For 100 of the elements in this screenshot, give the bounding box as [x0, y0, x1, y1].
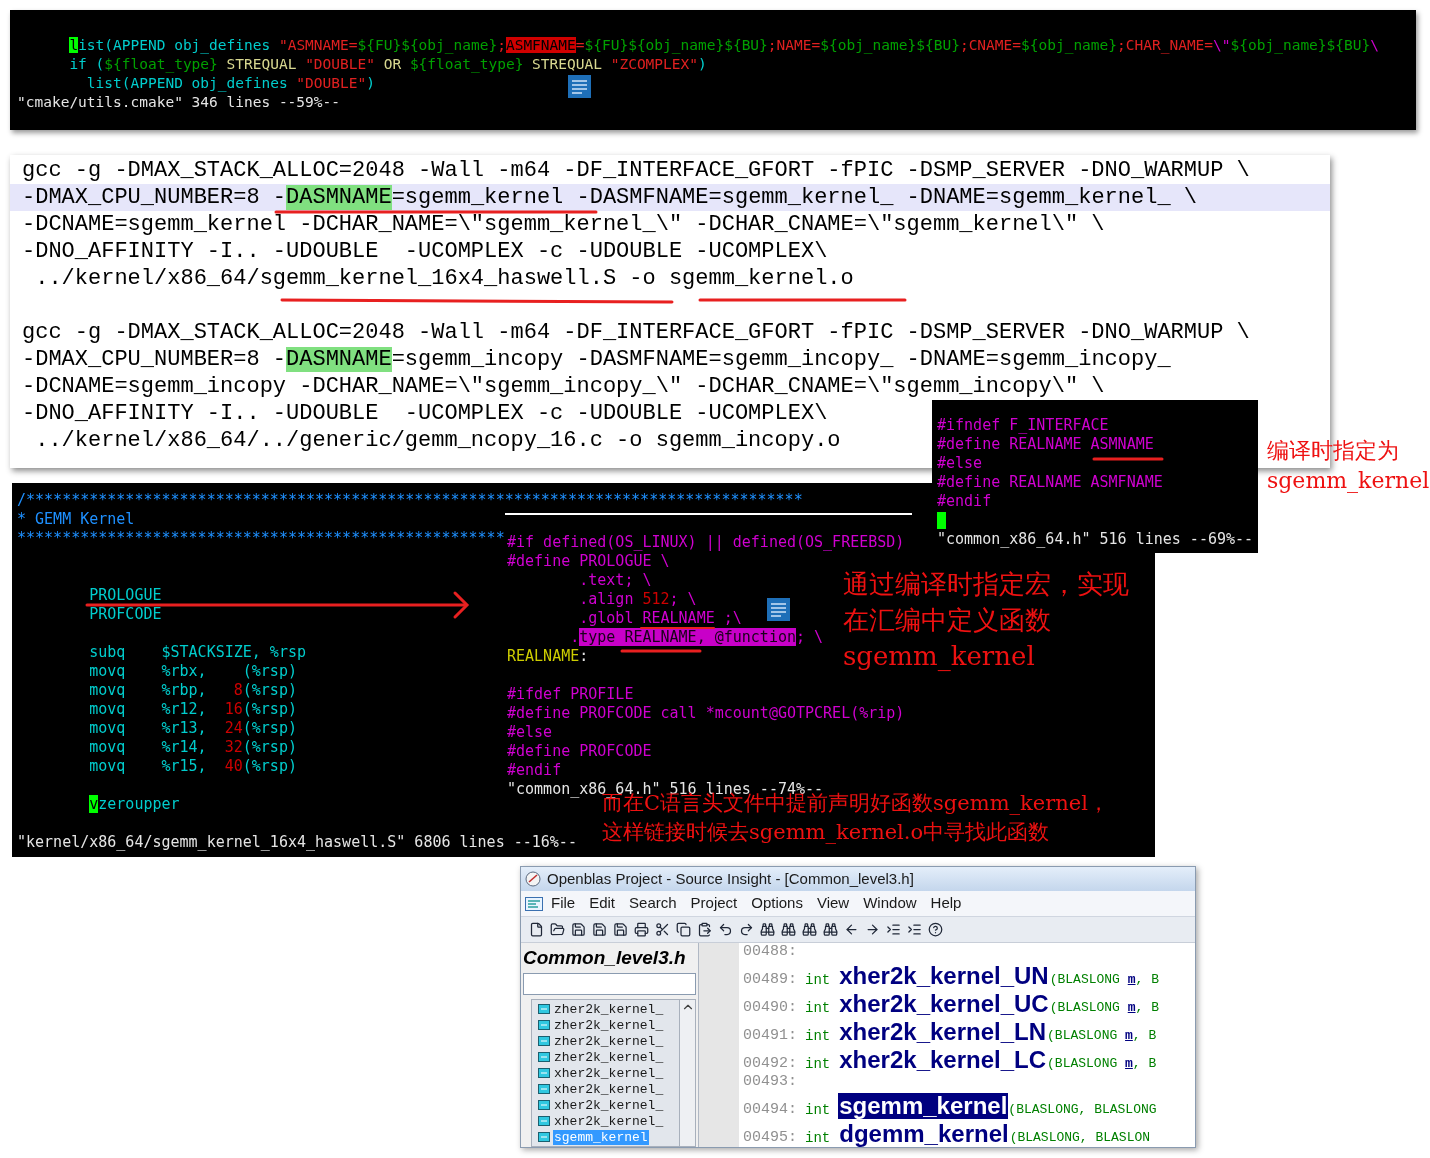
- code-line: movq %rbp, 8(%rsp): [88, 681, 297, 699]
- command-line: -DMAX_CPU_NUMBER=8 -DASMNAME=sgemm_kernel -DASMFNAME=sgemm_kernel_ -DNAME=sgemm_kernel_ \: [22, 185, 1197, 210]
- command-line: -DNO_AFFINITY -I.. -UDOUBLE -UCOMPLEX -c -UDOUBLE -UCOMPLEX\: [22, 239, 828, 264]
- search-field[interactable]: [523, 973, 696, 995]
- code-line: if (${float_type} STREQUAL "DOUBLE" OR ${float_type} STREQUAL "ZCOMPLEX"): [68, 56, 707, 72]
- symbol-icon: [538, 1020, 550, 1030]
- code-line: .globl REALNAME ;\: [578, 609, 742, 627]
- function-name: xher2k_kernel_LC: [838, 1047, 1048, 1073]
- clipboard-icon[interactable]: [697, 922, 712, 937]
- code-line: #if defined(OS_LINUX) || defined(OS_FREEBSD): [507, 533, 905, 551]
- symbol-item[interactable]: xher2k_kernel_: [553, 1065, 665, 1081]
- menu-item[interactable]: File: [545, 892, 582, 915]
- status-line: "kernel/x86_64/sgemm_kernel_16x4_haswell.S" 6806 lines --16%--: [17, 833, 577, 851]
- status-line: "common_x86_64.h" 516 lines --69%--: [937, 530, 1254, 548]
- code-line: movq %r15, 40(%rsp): [88, 757, 297, 775]
- command-line: ../kernel/x86_64/sgemm_kernel_16x4_haswell.S -o sgemm_kernel.o: [34, 266, 854, 291]
- type-keyword: int: [805, 1129, 831, 1147]
- line-number: 00491:: [743, 1027, 797, 1045]
- parameter-list: (BLASLONG m, B: [1049, 999, 1159, 1017]
- annotation-text: 编译时指定为: [1267, 438, 1399, 463]
- binoculars-icon[interactable]: [823, 922, 838, 937]
- command-line: -DNO_AFFINITY -I.. -UDOUBLE -UCOMPLEX -c -UDOUBLE -UCOMPLEX\: [22, 401, 828, 426]
- binoculars-icon[interactable]: [781, 922, 796, 937]
- indent-icon[interactable]: [886, 922, 901, 937]
- code-line: .text; \: [578, 571, 652, 589]
- symbol-item[interactable]: zher2k_kernel_: [553, 1017, 665, 1033]
- code-line: #else: [937, 454, 983, 472]
- code-line: movq %r14, 32(%rsp): [88, 738, 297, 756]
- file-title: Common_level3.h: [523, 945, 686, 970]
- code-line: #define PROLOGUE \: [507, 552, 670, 570]
- command-line: -DCNAME=sgemm_incopy -DCHAR_NAME=\"sgemm_incopy_\" -DCHAR_CNAME=\"sgemm_incopy\" \: [22, 374, 1105, 399]
- symbol-item[interactable]: xher2k_kernel_: [553, 1097, 665, 1113]
- code-line: #ifdef PROFILE: [507, 685, 634, 703]
- symbol-item[interactable]: zher2k_kernel_: [553, 1049, 665, 1065]
- command-line: -DCNAME=sgemm_kernel -DCHAR_NAME=\"sgemm_kernel_\" -DCHAR_CNAME=\"sgemm_kernel\" \: [22, 212, 1105, 237]
- scrollbar[interactable]: [679, 1000, 695, 1146]
- symbol-icon: [538, 1116, 550, 1126]
- menu-item[interactable]: Search: [623, 892, 683, 915]
- symbol-icon: [538, 1004, 550, 1014]
- scissors-icon[interactable]: [655, 922, 670, 937]
- printer-icon[interactable]: [634, 922, 649, 937]
- type-keyword: int: [805, 999, 831, 1017]
- folder-icon[interactable]: [550, 922, 565, 937]
- function-name: xher2k_kernel_UN: [838, 963, 1050, 989]
- line-number: 00492:: [743, 1055, 797, 1073]
- code-line: #define PROFCODE call *mcount@GOTPCREL(%rip): [507, 704, 905, 722]
- parameter-list: (BLASLONG, BLASLONG: [1008, 1101, 1157, 1119]
- line-number: 00493:: [743, 1073, 797, 1091]
- command-line: -DMAX_CPU_NUMBER=8 -DASMNAME=sgemm_incopy -DASMFNAME=sgemm_incopy_ -DNAME=sgemm_incopy_: [22, 347, 1171, 372]
- menu-item[interactable]: Edit: [583, 892, 622, 915]
- symbol-item[interactable]: zher2k_kernel_: [553, 1001, 665, 1017]
- annotation-text: 这样链接时候去sgemm_kernel.o中寻找此函数: [602, 820, 1050, 844]
- type-keyword: int: [805, 971, 831, 989]
- note-icon: [767, 598, 790, 621]
- symbol-item[interactable]: xher2k_kernel_: [553, 1081, 665, 1097]
- document-icon[interactable]: [529, 922, 544, 937]
- binoculars-icon[interactable]: [760, 922, 775, 937]
- code-line: movq %r12, 16(%rsp): [88, 700, 297, 718]
- symbol-item[interactable]: xher2k_kernel_: [553, 1113, 665, 1129]
- parameter-list: (BLASLONG m, B: [1047, 1055, 1157, 1073]
- code-line: movq %rbx, (%rsp): [88, 662, 297, 680]
- symbol-item[interactable]: zher2k_kernel_: [553, 1033, 665, 1049]
- copy-icon[interactable]: [676, 922, 691, 937]
- menu-item[interactable]: Project: [684, 892, 744, 915]
- code-line: .align 512; \: [578, 590, 697, 608]
- save-icon[interactable]: [592, 922, 607, 937]
- arrow-right-icon[interactable]: [865, 922, 880, 937]
- underline-mark: [1092, 457, 1164, 461]
- line-number: 00494:: [743, 1101, 797, 1119]
- binoculars-icon[interactable]: [802, 922, 817, 937]
- save-icon[interactable]: [571, 922, 586, 937]
- code-line: #define PROFCODE: [507, 742, 652, 760]
- code-line: /**************************************************************************************: [17, 491, 803, 509]
- annotation-text: sgemm_kernel: [1267, 468, 1430, 493]
- indent-icon[interactable]: [907, 922, 922, 937]
- redo-icon[interactable]: [739, 922, 754, 937]
- help-icon[interactable]: [928, 922, 943, 937]
- symbol-icon: [538, 1100, 550, 1110]
- function-name: dgemm_kernel: [838, 1121, 1010, 1147]
- code-line: REALNAME:: [507, 647, 589, 665]
- code-line: #endif: [507, 761, 562, 779]
- menu-item[interactable]: Window: [857, 892, 923, 915]
- symbol-icon: [538, 1036, 550, 1046]
- window-title: Openblas Project - Source Insight - [Common_level3.h]: [547, 868, 914, 889]
- menu-item[interactable]: View: [810, 892, 856, 915]
- save-icon[interactable]: [613, 922, 628, 937]
- code-line: #endif: [937, 492, 992, 510]
- menu-item[interactable]: Help: [924, 892, 968, 915]
- line-number: 00495:: [743, 1129, 797, 1147]
- function-name: xher2k_kernel_LN: [838, 1019, 1048, 1045]
- function-name: xher2k_kernel_UC: [838, 991, 1050, 1017]
- line-number: 00490:: [743, 999, 797, 1017]
- symbol-icon: [538, 1132, 550, 1142]
- menu-item[interactable]: Options: [745, 892, 809, 915]
- type-keyword: int: [805, 1101, 831, 1119]
- code-line: PROFCODE: [88, 605, 162, 623]
- symbol-icon: [538, 1052, 550, 1062]
- code-line: * GEMM Kernel: [17, 510, 135, 528]
- note-icon: [568, 75, 591, 98]
- undo-icon[interactable]: [718, 922, 733, 937]
